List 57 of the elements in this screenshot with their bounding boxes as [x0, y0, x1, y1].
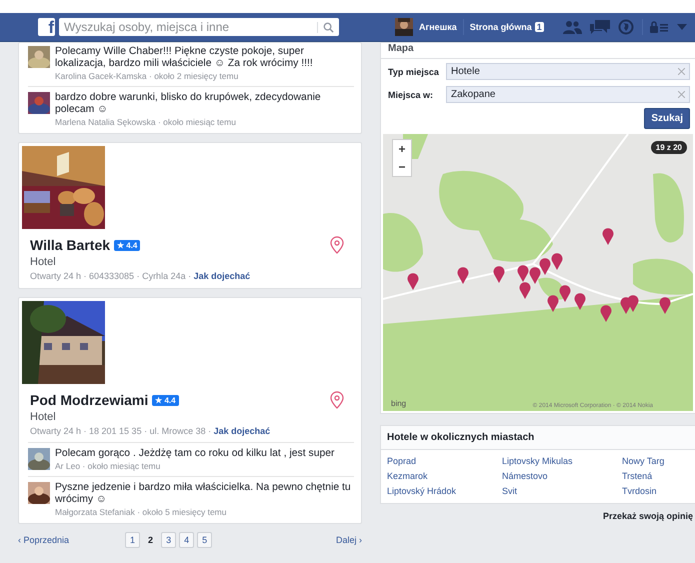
- rating-badge: ★ 4.4: [152, 394, 179, 406]
- city-link[interactable]: Námestovo: [502, 471, 622, 481]
- logo[interactable]: f: [38, 18, 55, 36]
- map-pin-icon[interactable]: [330, 391, 344, 409]
- messages-icon[interactable]: [590, 20, 610, 34]
- review-text: bardzo dobre warunki, blisko do krupówek, zdecydowanie polecam ☺: [55, 92, 322, 116]
- search-icon[interactable]: [317, 22, 334, 32]
- search-field[interactable]: Wyszukaj osoby, miejsca i inne: [59, 18, 339, 36]
- review-text: Polecam gorąco . Jeżdżę tam co roku od kilku lat , jest super: [55, 448, 336, 460]
- previous-link[interactable]: ‹ Poprzednia: [18, 535, 70, 545]
- next-link[interactable]: Dalej ›: [336, 535, 362, 545]
- caret-icon[interactable]: [676, 24, 687, 30]
- hotel-name[interactable]: Pod Modrzewiami: [30, 392, 148, 408]
- page-number[interactable]: 2: [143, 532, 158, 548]
- city-link[interactable]: Poprad: [387, 456, 502, 466]
- review-meta: Ar Leo · około miesiąc temu: [55, 461, 162, 472]
- friends-icon[interactable]: [562, 20, 582, 34]
- field-label: Miejsca w:: [388, 90, 434, 100]
- hotel-category: Hotel: [29, 410, 57, 424]
- city-link[interactable]: Nowy Targ: [622, 456, 689, 466]
- privacy-icon[interactable]: [648, 21, 669, 33]
- city-link[interactable]: Trstená: [622, 471, 689, 481]
- globe-icon[interactable]: [618, 19, 634, 35]
- field-label: Typ miejsca: [388, 66, 440, 76]
- filter-field[interactable]: Hotele: [446, 63, 690, 80]
- panel-title: Mapa: [381, 43, 695, 59]
- review-meta: Karolina Gacek-Kamska · około 2 miesięcy temu: [55, 71, 240, 82]
- hotel-details: Otwarty 24 h · 604333085 · Cyrhla 24a ·: [30, 271, 192, 281]
- page-number[interactable]: 1: [125, 532, 140, 548]
- city-link[interactable]: Liptovský Hrádok: [387, 486, 502, 496]
- page-number[interactable]: 4: [179, 532, 194, 548]
- review-text: Polecamy Wille Chaber!!! Piękne czyste pokoje, super lokalizacja, bardzo mili właściciele ☺ Za rok wrócimy !!!!: [55, 46, 314, 70]
- city-link[interactable]: Tvrdosin: [622, 486, 689, 496]
- hotel-name[interactable]: Willa Bartek: [30, 237, 110, 253]
- rating-badge: ★ 4.4: [114, 240, 140, 250]
- hotel-category: Hotel: [29, 255, 57, 269]
- review-text: Pyszne jedzenie i bardzo miła właścicielka. Na pewno chętnie tu wrócimy ☺: [55, 482, 352, 506]
- result-count: 19 z 20: [650, 141, 687, 154]
- hotel-details: Otwarty 24 h · 18 201 15 35 · ul. Mrowce 38 ·: [30, 426, 212, 436]
- profile-link[interactable]: Агнешка: [419, 22, 457, 32]
- directions-link[interactable]: Jak dojechać: [194, 271, 250, 281]
- directions-link[interactable]: Jak dojechać: [214, 426, 270, 436]
- filter-field[interactable]: Zakopane: [446, 86, 690, 103]
- city-link[interactable]: Liptovsky Mikulas: [502, 456, 622, 466]
- review-meta: Małgorzata Stefaniak · około 5 miesięcy temu: [55, 507, 228, 518]
- feedback-link[interactable]: Przekaż swoją opinię: [602, 511, 693, 521]
- page-number[interactable]: 3: [161, 532, 176, 548]
- page-number[interactable]: 5: [197, 532, 212, 548]
- review-meta: Marlena Natalia Sękowska · około miesiąc temu: [55, 117, 237, 128]
- city-link[interactable]: Svit: [502, 486, 622, 496]
- home-link[interactable]: Strona główna: [470, 22, 532, 32]
- notification-count: 1: [534, 22, 544, 32]
- panel-title: Hotele w okolicznych miastach: [381, 426, 695, 450]
- map-provider-logo: bing: [391, 399, 406, 408]
- map-pin-icon[interactable]: [330, 236, 344, 254]
- search-button[interactable]: Szukaj: [644, 108, 690, 129]
- city-link[interactable]: Kezmarok: [387, 471, 502, 481]
